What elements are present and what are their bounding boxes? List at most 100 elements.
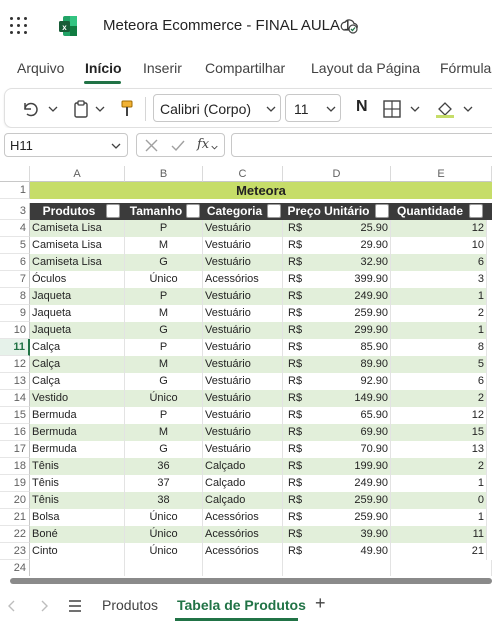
cell-categoria[interactable]: Calçado bbox=[203, 458, 283, 475]
cell-categoria[interactable]: Vestuário bbox=[203, 339, 283, 356]
cell-categoria[interactable]: Calçado bbox=[203, 475, 283, 492]
row-header-23[interactable]: 23 bbox=[0, 543, 30, 560]
empty-cell[interactable] bbox=[125, 560, 203, 576]
sheet-list-icon[interactable] bbox=[68, 599, 82, 613]
cell-quantidade[interactable]: 8 bbox=[391, 339, 487, 356]
row-header-21[interactable]: 21 bbox=[0, 509, 30, 526]
cell-categoria[interactable]: Acessórios bbox=[203, 543, 283, 560]
empty-cell[interactable] bbox=[391, 560, 492, 576]
cell-categoria[interactable]: Calçado bbox=[203, 492, 283, 509]
cancel-icon[interactable] bbox=[145, 139, 158, 152]
cell-quantidade[interactable]: 6 bbox=[391, 373, 487, 390]
cell-produto[interactable]: Bermuda bbox=[30, 441, 125, 458]
cell-tamanho[interactable]: P bbox=[125, 220, 203, 237]
cell-tamanho[interactable]: G bbox=[125, 254, 203, 271]
cell-produto[interactable]: Jaqueta bbox=[30, 305, 125, 322]
insert-function-button[interactable]: fx bbox=[197, 137, 209, 152]
cell-categoria[interactable]: Vestuário bbox=[203, 237, 283, 254]
cell-produto[interactable]: Bolsa bbox=[30, 509, 125, 526]
cell-quantidade[interactable]: 1 bbox=[391, 475, 487, 492]
cell-tamanho[interactable]: Único bbox=[125, 509, 203, 526]
cell-quantidade[interactable]: 1 bbox=[391, 509, 487, 526]
cell-tamanho[interactable]: M bbox=[125, 424, 203, 441]
cell-tamanho[interactable]: Único bbox=[125, 543, 203, 560]
horizontal-scrollbar[interactable] bbox=[0, 578, 492, 584]
cell-tamanho[interactable]: M bbox=[125, 237, 203, 254]
undo-icon[interactable] bbox=[21, 99, 39, 119]
fx-chevron-down-icon[interactable] bbox=[211, 145, 218, 150]
cell-tamanho[interactable]: P bbox=[125, 407, 203, 424]
column-header-a[interactable]: A bbox=[30, 166, 125, 182]
cell-categoria[interactable]: Acessórios bbox=[203, 271, 283, 288]
cell-produto[interactable]: Cinto bbox=[30, 543, 125, 560]
row-header-15[interactable]: 15 bbox=[0, 407, 30, 424]
cell-categoria[interactable]: Vestuário bbox=[203, 424, 283, 441]
cell-quantidade[interactable]: 5 bbox=[391, 356, 487, 373]
cell-quantidade[interactable]: 0 bbox=[391, 492, 487, 509]
cell-produto[interactable]: Bermuda bbox=[30, 407, 125, 424]
row-header-19[interactable]: 19 bbox=[0, 475, 30, 492]
cell-produto[interactable]: Tênis bbox=[30, 475, 125, 492]
row-header-13[interactable]: 13 bbox=[0, 373, 30, 390]
bold-button[interactable]: N bbox=[356, 98, 368, 116]
cell-tamanho[interactable]: M bbox=[125, 305, 203, 322]
cell-categoria[interactable]: Vestuário bbox=[203, 407, 283, 424]
cell-quantidade[interactable]: 11 bbox=[391, 526, 487, 543]
tab-formulas[interactable]: Fórmulas bbox=[440, 60, 492, 76]
document-title[interactable]: Meteora Ecommerce - FINAL AULA 1 bbox=[103, 17, 352, 34]
cell-categoria[interactable]: Vestuário bbox=[203, 305, 283, 322]
row-header-7[interactable]: 7 bbox=[0, 271, 30, 288]
header-produtos[interactable]: Produtos bbox=[30, 203, 108, 220]
paste-chevron-down-icon[interactable] bbox=[95, 106, 105, 112]
filter-categoria-dropdown[interactable] bbox=[267, 204, 281, 218]
borders-chevron-down-icon[interactable] bbox=[410, 106, 420, 112]
confirm-icon[interactable] bbox=[171, 139, 185, 152]
format-painter-icon[interactable] bbox=[120, 99, 134, 119]
scrollbar-thumb[interactable] bbox=[10, 578, 492, 584]
cell-tamanho[interactable]: M bbox=[125, 356, 203, 373]
chevron-right-icon[interactable] bbox=[40, 600, 48, 612]
row-header-20[interactable]: 20 bbox=[0, 492, 30, 509]
cell-quantidade[interactable]: 10 bbox=[391, 237, 487, 254]
cell-quantidade[interactable]: 1 bbox=[391, 288, 487, 305]
row-header-5[interactable]: 5 bbox=[0, 237, 30, 254]
cell-produto[interactable]: Bermuda bbox=[30, 424, 125, 441]
cell-produto[interactable]: Jaqueta bbox=[30, 322, 125, 339]
row-header-3[interactable]: 3 bbox=[0, 203, 30, 220]
row-header-16[interactable]: 16 bbox=[0, 424, 30, 441]
cell-tamanho[interactable]: Único bbox=[125, 526, 203, 543]
column-header-b[interactable]: B bbox=[125, 166, 203, 182]
cell-categoria[interactable]: Vestuário bbox=[203, 220, 283, 237]
row-header-1[interactable]: 1 bbox=[0, 182, 30, 199]
cell-tamanho[interactable]: G bbox=[125, 441, 203, 458]
cell-produto[interactable]: Camiseta Lisa bbox=[30, 254, 125, 271]
cell-categoria[interactable]: Acessórios bbox=[203, 526, 283, 543]
filter-preco-dropdown[interactable] bbox=[375, 204, 389, 218]
paste-icon[interactable] bbox=[73, 99, 89, 119]
tab-inserir[interactable]: Inserir bbox=[143, 60, 182, 76]
tab-layout[interactable]: Layout da Página bbox=[311, 60, 420, 76]
cell-categoria[interactable]: Vestuário bbox=[203, 373, 283, 390]
cell-categoria[interactable]: Vestuário bbox=[203, 356, 283, 373]
header-categoria[interactable]: Categoria bbox=[203, 203, 266, 220]
excel-logo-icon[interactable]: x bbox=[58, 15, 78, 37]
font-family-select[interactable]: Calibri (Corpo) bbox=[153, 94, 281, 122]
cell-categoria[interactable]: Vestuário bbox=[203, 390, 283, 407]
formula-input[interactable] bbox=[231, 133, 492, 157]
tab-arquivo[interactable]: Arquivo bbox=[17, 60, 64, 76]
column-header-d[interactable]: D bbox=[283, 166, 391, 182]
empty-cell[interactable] bbox=[283, 560, 391, 576]
filter-tamanho-dropdown[interactable] bbox=[186, 204, 200, 218]
borders-icon[interactable] bbox=[383, 99, 401, 119]
row-header-8[interactable]: 8 bbox=[0, 288, 30, 305]
cell-quantidade[interactable]: 21 bbox=[391, 543, 487, 560]
tab-compartilhar[interactable]: Compartilhar bbox=[205, 60, 285, 76]
header-preco[interactable]: Preço Unitário bbox=[283, 203, 374, 220]
empty-cell[interactable] bbox=[203, 560, 283, 576]
cell-quantidade[interactable]: 12 bbox=[391, 407, 487, 424]
row-header-24[interactable]: 24 bbox=[0, 560, 30, 576]
cell-produto[interactable]: Camiseta Lisa bbox=[30, 220, 125, 237]
cell-categoria[interactable]: Vestuário bbox=[203, 441, 283, 458]
row-header-14[interactable]: 14 bbox=[0, 390, 30, 407]
sheet-tab-produtos[interactable]: Produtos bbox=[102, 597, 158, 613]
